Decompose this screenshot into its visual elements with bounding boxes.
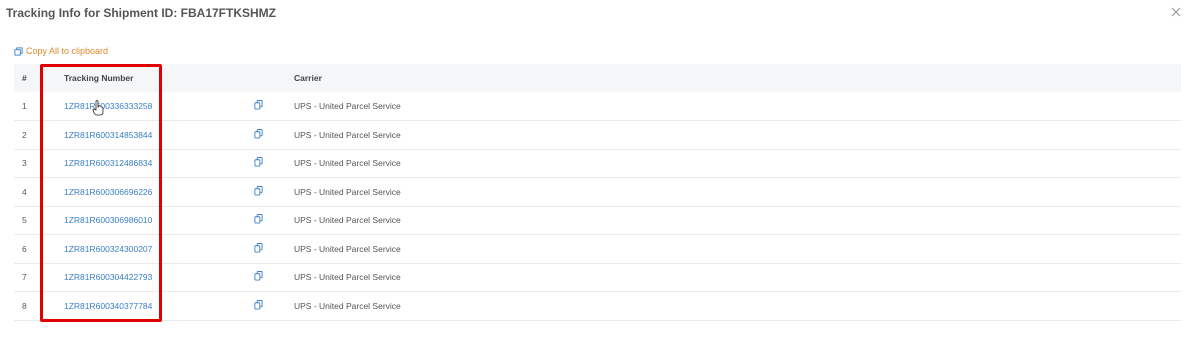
table-row: 8 1ZR81R600340377784 UPS - United Parcel S… — [14, 292, 1181, 321]
carrier-cell: UPS - United Parcel Service — [294, 101, 401, 111]
copy-icon[interactable] — [254, 185, 263, 198]
tracking-cell: 1ZR81R600312486834 — [64, 149, 254, 178]
carrier-cell: UPS - United Parcel Service — [294, 243, 401, 254]
table-row: 1 1ZR81R600336333258 UPS - United Parcel S… — [14, 92, 1181, 121]
tracking-cell: 1ZR81R600314853844 — [64, 121, 254, 150]
copy-icon[interactable] — [254, 100, 263, 112]
copy-all-button[interactable]: Copy All to clipboard — [14, 46, 108, 56]
copy-icon — [14, 46, 23, 56]
carrier-cell: UPS - United Parcel Service — [294, 158, 401, 169]
row-number: 1 — [22, 101, 27, 111]
copy-cell — [254, 92, 294, 121]
carrier-cell: UPS - United Parcel Service — [294, 129, 401, 140]
copy-icon[interactable] — [254, 128, 263, 141]
carrier-cell: UPS - United Parcel Service — [294, 215, 401, 226]
row-number: 8 — [22, 300, 27, 311]
tracking-number-link[interactable]: 1ZR81R600306696226 — [64, 187, 152, 197]
tracking-cell: 1ZR81R600324300207 — [64, 235, 254, 264]
table-header-row: # Tracking Number Carrier — [14, 64, 1181, 92]
carrier-cell: UPS - United Parcel Service — [294, 272, 401, 283]
copy-cell — [254, 292, 294, 321]
row-number: 2 — [22, 129, 27, 140]
tracking-cell: 1ZR81R600306986010 — [64, 206, 254, 235]
tracking-number-link[interactable]: 1ZR81R600340377784 — [64, 301, 152, 311]
col-header-carrier: Carrier — [294, 73, 322, 83]
copy-icon[interactable] — [254, 271, 263, 283]
copy-cell — [254, 178, 294, 207]
table-row: 3 1ZR81R600312486834 UPS - United Parcel S… — [14, 149, 1181, 178]
tracking-cell: 1ZR81R600340377784 — [64, 292, 254, 321]
row-number: 4 — [22, 186, 27, 197]
table-row: 4 1ZR81R600306696226 UPS - United Parcel S… — [14, 178, 1181, 207]
carrier-cell: UPS - United Parcel Service — [294, 300, 401, 311]
table-row: 2 1ZR81R600314853844 UPS - United Parcel S… — [14, 121, 1181, 150]
row-number: 3 — [22, 158, 27, 169]
tracking-number-link[interactable]: 1ZR81R600336333258 — [64, 101, 152, 111]
table-row: 5 1ZR81R600306986010 UPS - United Parcel S… — [14, 206, 1181, 235]
copy-cell — [254, 206, 294, 235]
copy-all-label: Copy All to clipboard — [26, 46, 109, 56]
copy-cell — [254, 263, 294, 292]
tracking-number-link[interactable]: 1ZR81R600306986010 — [64, 215, 152, 225]
table-row: 7 1ZR81R600304422793 UPS - United Parcel S… — [14, 263, 1181, 292]
table-row: 6 1ZR81R600324300207 UPS - United Parcel S… — [14, 235, 1181, 264]
tracking-number-link[interactable]: 1ZR81R600324300207 — [64, 244, 152, 254]
tracking-number-link[interactable]: 1ZR81R600312486834 — [64, 158, 152, 168]
copy-icon[interactable] — [254, 214, 263, 226]
copy-cell — [254, 121, 294, 150]
close-icon — [1171, 7, 1181, 17]
row-number: 6 — [22, 243, 27, 254]
copy-icon[interactable] — [254, 242, 263, 255]
carrier-cell: UPS - United Parcel Service — [294, 186, 401, 197]
col-header-num: # — [22, 73, 27, 83]
col-header-copy — [254, 64, 294, 92]
copy-cell — [254, 149, 294, 178]
row-number: 7 — [22, 272, 27, 283]
copy-cell — [254, 235, 294, 264]
row-number: 5 — [22, 215, 27, 226]
copy-icon[interactable] — [254, 157, 263, 169]
close-button[interactable] — [1168, 4, 1184, 20]
modal-title: Tracking Info for Shipment ID: FBA17FTKS… — [6, 6, 277, 20]
tracking-number-link[interactable]: 1ZR81R600314853844 — [64, 130, 152, 140]
copy-icon[interactable] — [254, 299, 263, 312]
tracking-number-link[interactable]: 1ZR81R600304422793 — [64, 272, 152, 282]
tracking-cell: 1ZR81R600336333258 — [64, 92, 254, 121]
col-header-tracking: Tracking Number — [64, 73, 134, 83]
tracking-table: # Tracking Number Carrier 1 1ZR81R6003363… — [14, 64, 1181, 321]
tracking-cell: 1ZR81R600306696226 — [64, 178, 254, 207]
tracking-cell: 1ZR81R600304422793 — [64, 263, 254, 292]
